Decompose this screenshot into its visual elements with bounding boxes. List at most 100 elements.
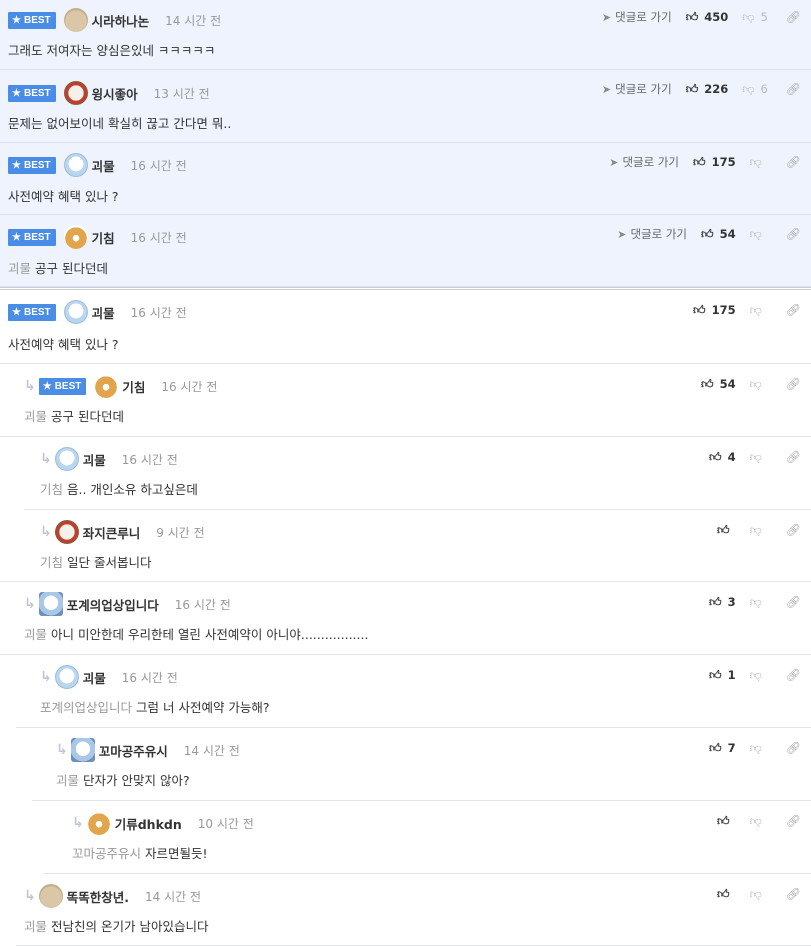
link-icon[interactable]: 🔗︎ <box>786 377 801 391</box>
link-icon[interactable]: 🔗︎ <box>786 82 801 96</box>
best-badge: ★ BEST <box>38 377 87 395</box>
nickname[interactable]: 괴물 <box>92 303 115 322</box>
comment-text: 사전예약 혜택 있나 ? <box>8 337 119 352</box>
nickname[interactable]: 괴물 <box>92 156 115 175</box>
dislike-button[interactable]: 👎︎ <box>750 155 768 170</box>
link-icon[interactable]: 🔗︎ <box>786 814 801 828</box>
mention[interactable]: 기침 <box>40 555 63 570</box>
nickname[interactable]: 똑똑한창년. <box>67 887 129 906</box>
avatar[interactable] <box>70 738 95 762</box>
like-button[interactable]: 👍︎ 175 <box>693 303 736 318</box>
thumbs-up-icon: 👍︎ <box>709 667 722 682</box>
timestamp: 16 시간 전 <box>121 670 178 685</box>
nickname[interactable]: 괴물 <box>83 668 106 687</box>
thumbs-up-icon: 👍︎ <box>693 154 706 169</box>
goto-comment-link[interactable]: ➤ 댓글로 가기 <box>617 226 687 242</box>
like-button[interactable]: 👍︎ 54 <box>701 377 736 392</box>
comment-text: 괴물 단자가 안맞지 않아? <box>56 773 190 788</box>
avatar[interactable] <box>63 300 88 324</box>
link-icon[interactable]: 🔗︎ <box>786 227 801 241</box>
link-icon[interactable]: 🔗︎ <box>786 10 801 24</box>
dislike-button[interactable]: 👎︎ <box>750 227 768 242</box>
dislike-button[interactable]: 👎︎ <box>750 668 768 683</box>
timestamp: 9 시간 전 <box>156 525 205 540</box>
like-button[interactable]: 👍︎ 54 <box>701 227 736 242</box>
mention[interactable]: 괴물 <box>8 261 31 276</box>
nickname[interactable]: 포계의업상입니다 <box>67 595 159 614</box>
dislike-button[interactable]: 👎︎ <box>750 377 768 392</box>
mention[interactable]: 괴물 <box>24 919 47 934</box>
avatar[interactable] <box>38 592 63 616</box>
avatar[interactable] <box>94 374 119 398</box>
comment-text: 그래도 저여자는 양심은있네 ㅋㅋㅋㅋㅋ <box>8 43 216 58</box>
goto-comment-link[interactable]: ➤ 댓글로 가기 <box>609 154 679 170</box>
like-button[interactable]: 👍︎ 226 <box>686 82 729 97</box>
like-button[interactable]: 👍︎ 4 <box>709 450 736 465</box>
dislike-button[interactable]: 👎︎ <box>750 523 768 538</box>
dislike-button[interactable]: 👎︎ 6 <box>742 82 768 97</box>
avatar[interactable] <box>54 520 79 544</box>
like-button[interactable]: 👍︎ 3 <box>709 595 736 610</box>
mention[interactable]: 괴물 <box>24 409 47 424</box>
best-badge: ★ BEST <box>8 84 56 102</box>
thumbs-down-icon: 👎︎ <box>749 226 762 241</box>
goto-comment-link[interactable]: ➤ 댓글로 가기 <box>602 81 672 97</box>
dislike-button[interactable]: 👎︎ <box>750 741 768 756</box>
like-button[interactable]: 👍︎ 450 <box>686 10 729 25</box>
dislike-button[interactable]: 👎︎ <box>750 450 768 465</box>
mention[interactable]: 기침 <box>40 482 63 497</box>
link-icon[interactable]: 🔗︎ <box>786 523 801 537</box>
dislike-button[interactable]: 👎︎ <box>750 814 768 829</box>
like-button[interactable]: 👍︎ <box>717 523 736 538</box>
send-icon: ➤ <box>601 10 612 24</box>
mention[interactable]: 괴물 <box>56 773 79 788</box>
avatar[interactable] <box>38 884 63 908</box>
dislike-button[interactable]: 👎︎ <box>750 595 768 610</box>
like-button[interactable]: 👍︎ 7 <box>709 741 736 756</box>
timestamp: 16 시간 전 <box>121 452 178 467</box>
avatar[interactable] <box>63 153 88 177</box>
avatar[interactable] <box>63 81 88 105</box>
nickname[interactable]: 좌지큰루니 <box>83 523 141 542</box>
avatar[interactable] <box>54 447 79 471</box>
like-button[interactable]: 👍︎ 1 <box>709 668 736 683</box>
thumbs-down-icon: 👎︎ <box>749 740 762 755</box>
nickname[interactable]: 기침 <box>122 377 145 396</box>
like-button[interactable]: 👍︎ 175 <box>693 155 736 170</box>
dislike-button[interactable]: 👎︎ 5 <box>742 10 768 25</box>
link-icon[interactable]: 🔗︎ <box>786 887 801 901</box>
star-icon: ★ <box>12 306 21 318</box>
comment: ↳ 포계의업상입니다 16 시간 전 👍︎ 3 👎︎ 🔗︎ 괴물 아니 미안한데 우… <box>0 582 811 655</box>
mention[interactable]: 괴물 <box>24 627 47 642</box>
like-button[interactable]: 👍︎ <box>717 814 736 829</box>
link-icon[interactable]: 🔗︎ <box>786 303 801 317</box>
avatar[interactable] <box>86 811 111 835</box>
reply-arrow-icon: ↳ <box>40 669 52 685</box>
dislike-button[interactable]: 👎︎ <box>750 303 768 318</box>
goto-comment-link[interactable]: ➤ 댓글로 가기 <box>602 9 672 25</box>
link-icon[interactable]: 🔗︎ <box>786 450 801 464</box>
thumbs-down-icon: 👎︎ <box>749 886 762 901</box>
nickname[interactable]: 괴물 <box>83 450 106 469</box>
avatar[interactable] <box>63 225 88 249</box>
link-icon[interactable]: 🔗︎ <box>786 595 801 609</box>
avatar[interactable] <box>63 8 88 32</box>
star-icon: ★ <box>12 14 21 26</box>
comment-text: 기침 일단 줄서봅니다 <box>40 555 152 570</box>
link-icon[interactable]: 🔗︎ <box>786 741 801 755</box>
mention[interactable]: 포계의업상입니다 <box>40 700 132 715</box>
like-button[interactable]: 👍︎ <box>717 887 736 902</box>
timestamp: 14 시간 전 <box>165 13 222 28</box>
avatar[interactable] <box>54 665 79 689</box>
nickname[interactable]: 윙시좋아 <box>92 84 138 103</box>
link-icon[interactable]: 🔗︎ <box>786 668 801 682</box>
dislike-button[interactable]: 👎︎ <box>750 887 768 902</box>
nickname[interactable]: 기침 <box>92 228 115 247</box>
timestamp: 16 시간 전 <box>130 158 187 173</box>
comment: ↳ 괴물 16 시간 전 👍︎ 4 👎︎ 🔗︎ 기침 음.. 개인소유 하고싶은데 <box>24 437 811 510</box>
nickname[interactable]: 기류dhkdn <box>115 814 182 833</box>
mention[interactable]: 꼬마공주유시 <box>72 846 141 861</box>
nickname[interactable]: 꼬마공주유시 <box>99 741 168 760</box>
nickname[interactable]: 시라하나논 <box>92 11 150 30</box>
link-icon[interactable]: 🔗︎ <box>786 155 801 169</box>
